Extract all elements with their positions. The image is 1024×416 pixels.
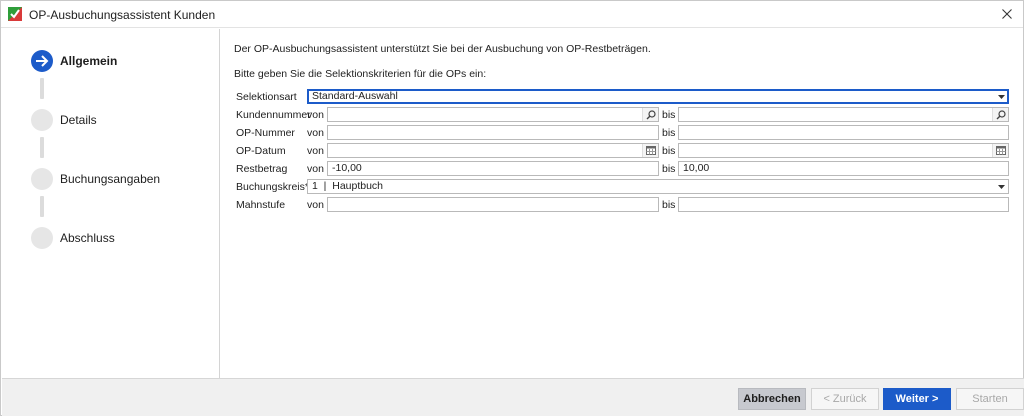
restbetrag-from-input[interactable]: -10,00 xyxy=(327,161,659,176)
close-button[interactable] xyxy=(995,3,1019,25)
back-button[interactable]: < Zurück xyxy=(811,388,879,410)
search-icon[interactable] xyxy=(642,108,658,121)
step-label-details: Details xyxy=(60,113,97,127)
title-bar: OP-Ausbuchungsassistent Kunden xyxy=(1,1,1023,28)
search-icon[interactable] xyxy=(992,108,1008,121)
start-button[interactable]: Starten xyxy=(956,388,1024,410)
selektionsart-value: Standard-Auswahl xyxy=(312,90,398,102)
restbetrag-to-input[interactable]: 10,00 xyxy=(678,161,1009,176)
step-sidebar: Allgemein Details Buchungsangaben Abschl… xyxy=(2,29,220,378)
kundennummer-von-label: von xyxy=(307,109,324,121)
restbetrag-from-value: -10,00 xyxy=(332,162,362,174)
chevron-down-icon[interactable] xyxy=(994,90,1008,103)
mahnstufe-bis-label: bis xyxy=(662,199,676,211)
app-icon xyxy=(8,7,22,21)
step-connector xyxy=(40,78,44,99)
mahnstufe-von-label: von xyxy=(307,199,324,211)
opnummer-von-label: von xyxy=(307,127,324,139)
mahnstufe-to-input[interactable] xyxy=(678,197,1009,212)
main-content: Der OP-Ausbuchungsassistent unterstützt … xyxy=(221,29,1023,378)
button-bar: Abbrechen < Zurück Weiter > Starten xyxy=(2,378,1024,416)
step-connector xyxy=(40,196,44,217)
cancel-button[interactable]: Abbrechen xyxy=(738,388,806,410)
calendar-icon[interactable] xyxy=(642,144,658,157)
next-button[interactable]: Weiter > xyxy=(883,388,951,410)
step-indicator-allgemein xyxy=(31,50,53,72)
opdatum-label: OP-Datum xyxy=(236,145,286,157)
buchungskreis-label: Buchungskreis* xyxy=(236,181,309,193)
restbetrag-to-value: 10,00 xyxy=(683,162,710,174)
opdatum-von-label: von xyxy=(307,145,324,157)
opdatum-from-input[interactable] xyxy=(327,143,659,158)
kundennummer-from-input[interactable] xyxy=(327,107,659,122)
kundennummer-to-input[interactable] xyxy=(678,107,1009,122)
kundennummer-bis-label: bis xyxy=(662,109,676,121)
opdatum-bis-label: bis xyxy=(662,145,676,157)
step-label-abschluss: Abschluss xyxy=(60,231,115,245)
selektionsart-select[interactable]: Standard-Auswahl xyxy=(307,89,1009,104)
opnummer-to-input[interactable] xyxy=(678,125,1009,140)
buchungskreis-value: 1 | Hauptbuch xyxy=(312,180,384,192)
calendar-icon[interactable] xyxy=(992,144,1008,157)
arrow-right-icon xyxy=(36,55,49,67)
close-icon xyxy=(1002,9,1012,19)
mahnstufe-from-input[interactable] xyxy=(327,197,659,212)
restbetrag-von-label: von xyxy=(307,163,324,175)
step-indicator-details xyxy=(31,109,53,131)
step-indicator-abschluss xyxy=(31,227,53,249)
opnummer-from-input[interactable] xyxy=(327,125,659,140)
chevron-down-icon[interactable] xyxy=(994,180,1008,193)
mahnstufe-label: Mahnstufe xyxy=(236,199,286,211)
step-indicator-buchungsangaben xyxy=(31,168,53,190)
step-connector xyxy=(40,137,44,158)
instruction-text: Bitte geben Sie die Selektionskriterien … xyxy=(234,68,487,80)
restbetrag-bis-label: bis xyxy=(662,163,676,175)
selektionsart-label: Selektionsart xyxy=(236,91,297,103)
window-title: OP-Ausbuchungsassistent Kunden xyxy=(29,8,216,22)
intro-text: Der OP-Ausbuchungsassistent unterstützt … xyxy=(234,43,651,55)
opnummer-label: OP-Nummer xyxy=(236,127,295,139)
kundennummer-label: Kundennummer xyxy=(236,109,311,121)
step-label-allgemein: Allgemein xyxy=(60,54,118,68)
opnummer-bis-label: bis xyxy=(662,127,676,139)
opdatum-to-input[interactable] xyxy=(678,143,1009,158)
step-label-buchungsangaben: Buchungsangaben xyxy=(60,172,161,186)
restbetrag-label: Restbetrag xyxy=(236,163,288,175)
wizard-window: OP-Ausbuchungsassistent Kunden Allgemein… xyxy=(0,0,1024,416)
buchungskreis-select[interactable]: 1 | Hauptbuch xyxy=(307,179,1009,194)
